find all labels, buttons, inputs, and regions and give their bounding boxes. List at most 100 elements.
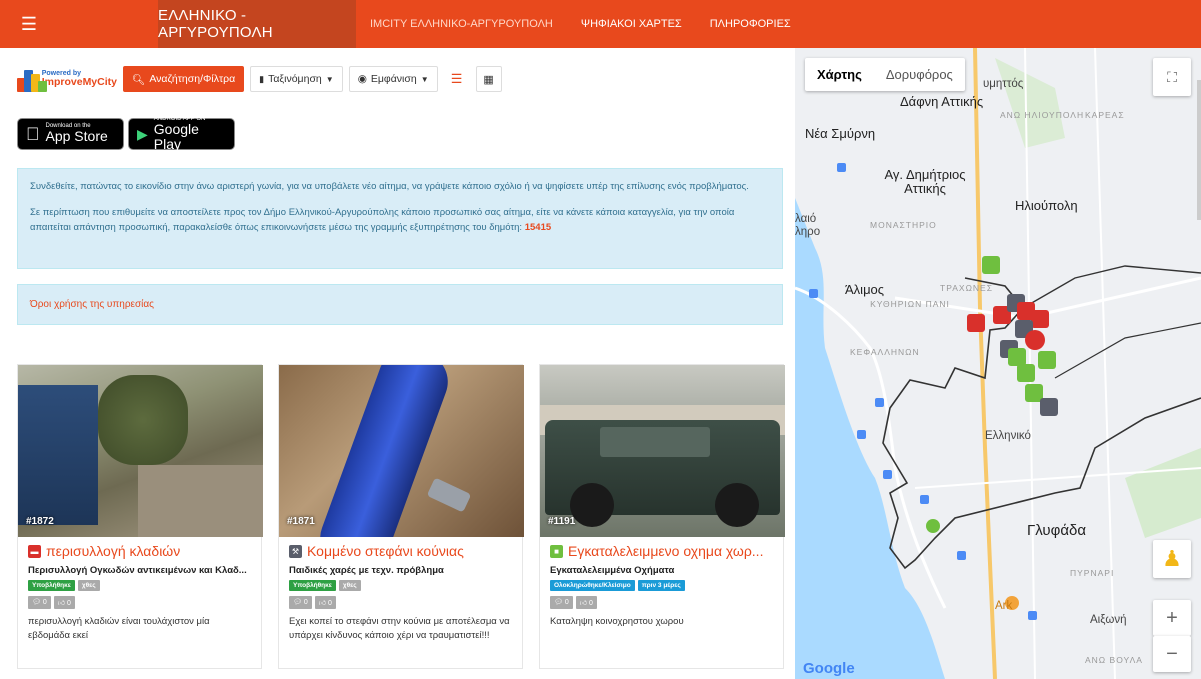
issue-card[interactable]: #1871 ⚒ Κομμένο στεφάνι κούνιας Παιδικές… <box>278 364 524 669</box>
street-view-pegman[interactable]: ♟ <box>1153 540 1191 578</box>
votes-count: 👍︎ 0 <box>314 596 336 609</box>
grid-view-button[interactable]: ▦ <box>475 66 502 92</box>
map-label: ΠΥΡΝΑΡΙ <box>1070 568 1115 578</box>
zoom-out-button[interactable]: − <box>1153 636 1191 672</box>
map-label: ΑΝΩ ΒΟΥΛΑ <box>1085 655 1143 665</box>
map-label: Ελληνικό <box>985 430 1031 442</box>
list-icon: ☰ <box>450 71 463 86</box>
map-label: Ark <box>995 600 1013 612</box>
app-store-badge[interactable]:  Download on the App Store <box>17 118 124 150</box>
menu-icon[interactable]: ☰ <box>0 0 58 48</box>
status-badge: Υποβλήθηκε <box>289 580 336 591</box>
helpline-number: 15415 <box>524 222 552 234</box>
map-tab-satellite[interactable]: Δορυφόρος <box>874 58 965 91</box>
view-label: Εμφάνιση <box>370 73 417 85</box>
map-label: Άλιμος <box>845 282 885 297</box>
map-label: ΜΟΝΑΣΤΗΡΙΟ <box>870 220 937 230</box>
info-login-text: Συνδεθείτε, πατώντας το εικονίδιο στην ά… <box>30 181 749 192</box>
pegman-icon: ♟ <box>1162 546 1182 571</box>
map-label: Αγ. Δημήτριος Αττικής <box>884 167 966 197</box>
map-label: ΑΝΩ ΗΛΙΟΥΠΟΛΗ <box>1000 110 1085 120</box>
google-play-badge[interactable]: ▶ ANDROID APP ON Google Play <box>128 116 235 152</box>
view-button[interactable]: ◉ Εμφάνιση ▼ <box>348 66 438 92</box>
search-icon: 🔍︎ <box>132 73 146 86</box>
site-brand[interactable]: ΕΛΛΗΝΙΚΟ - ΑΡΓΥΡΟΥΠΟΛΗ <box>158 0 356 48</box>
issue-photo: #1871 <box>279 365 524 537</box>
map-label: υμηττός <box>983 78 1024 90</box>
fullscreen-button[interactable]: ⛶ <box>1153 58 1191 96</box>
improvemycity-logo[interactable]: Powered by ImproveMyCity <box>17 64 117 94</box>
app-store-badges:  Download on the App Store ▶ ANDROID AP… <box>17 116 235 152</box>
nav-information[interactable]: ΠΛΗΡΟΦΟΡΙΕΣ <box>696 18 805 30</box>
issue-title[interactable]: ▬ περισυλλογή κλαδιών <box>28 543 251 559</box>
votes-count: 👍︎ 0 <box>575 596 597 609</box>
issues-panel: Powered by ImproveMyCity 🔍︎ Αναζήτηση/Φί… <box>0 48 795 679</box>
caret-down-icon: ▼ <box>325 74 334 84</box>
terms-of-service-link[interactable]: Όροι χρήσης της υπηρεσίας <box>17 284 783 325</box>
issue-photo: #1191 <box>540 365 785 537</box>
comments-count: 💬︎ 0 <box>550 596 573 609</box>
map-label: Νέα Σμύρνη <box>805 126 876 141</box>
issue-category: Παιδικές χαρές με τεχν. πρόβλημα <box>289 565 444 576</box>
nav-digital-maps[interactable]: ΨΗΦΙΑΚΟΙ ΧΑΡΤΕΣ <box>567 18 696 30</box>
issue-description: Καταληψη κοινοχρηστου χωρου <box>550 616 684 627</box>
map-label: ΚΥΘΗΡΙΩΝ ΠΑΝΙ <box>870 299 950 309</box>
toolbar: Powered by ImproveMyCity 🔍︎ Αναζήτηση/Φί… <box>17 64 502 94</box>
issue-card[interactable]: #1872 ▬ περισυλλογή κλαδιών Περισυλλογή … <box>17 364 263 669</box>
main-nav: IMCITY ΕΛΛΗΝΙΚΟ-ΑΡΓΥΡΟΥΠΟΛΗ ΨΗΦΙΑΚΟΙ ΧΑΡ… <box>356 0 805 48</box>
issue-id: #1871 <box>287 516 315 527</box>
car-icon: ■ <box>550 544 563 558</box>
top-navbar: ☰ ΕΛΛΗΝΙΚΟ - ΑΡΓΥΡΟΥΠΟΛΗ IMCITY ΕΛΛΗΝΙΚΟ… <box>0 0 1201 48</box>
zoom-in-button[interactable]: + <box>1153 600 1191 636</box>
issue-cards: #1872 ▬ περισυλλογή κλαδιών Περισυλλογή … <box>17 364 785 669</box>
map-label: Γλυφάδα <box>1027 522 1087 539</box>
time-badge: πριν 3 μέρες <box>637 580 685 591</box>
apple-icon:  <box>26 124 40 145</box>
status-badge: Ολοκληρώθηκε/Κλείσιμο <box>550 580 635 591</box>
issue-photo: #1872 <box>18 365 263 537</box>
time-badge: χθες <box>338 580 361 591</box>
sort-icon: ▮ <box>259 73 265 84</box>
comments-count: 💬︎ 0 <box>28 596 51 609</box>
list-view-button[interactable]: ☰ <box>443 66 470 92</box>
caret-down-icon: ▼ <box>420 74 429 84</box>
wrench-icon: ⚒ <box>289 544 302 558</box>
issues-map[interactable]: υμηττός Δάφνη Αττικής ΑΝΩ ΗΛΙΟΥΠΟΛΗ ΚΑΡΕ… <box>795 48 1201 679</box>
issue-category: Περισυλλογή Ογκωδών αντικειμένων και Κλα… <box>28 565 247 576</box>
logo-line2: ImproveMyCity <box>41 76 117 89</box>
time-badge: χθες <box>77 580 100 591</box>
info-contact-text: Σε περίπτωση που επιθυμείτε να αποστείλε… <box>30 206 735 234</box>
map-type-switch: Χάρτης Δορυφόρος <box>805 58 965 91</box>
issue-card[interactable]: #1191 ■ Εγκαταλελειμμενο οχημα χωρ... Εγ… <box>539 364 785 669</box>
map-label: λαιό ληρο <box>795 213 821 238</box>
page-scrollbar[interactable] <box>1197 80 1201 220</box>
issue-title[interactable]: ⚒ Κομμένο στεφάνι κούνιας <box>289 543 512 559</box>
map-label: ΤΡΑΧΩΝΕΣ <box>940 283 993 293</box>
issue-description: περισυλλογή κλαδιών είναι τουλάχιστον μί… <box>28 616 210 641</box>
map-label: ΚΑΡΕΑΣ <box>1085 110 1125 120</box>
plus-icon: + <box>1166 606 1178 629</box>
app-store-big: App Store <box>32 128 108 145</box>
map-label: Ηλιούπολη <box>1015 198 1078 213</box>
sort-button[interactable]: ▮ Ταξινόμηση ▼ <box>250 66 343 92</box>
truck-icon: ▬ <box>28 544 41 558</box>
status-badge: Υποβλήθηκε <box>28 580 75 591</box>
issue-category: Εγκαταλελειμμένα Οχήματα <box>550 565 675 576</box>
votes-count: 👍︎ 0 <box>53 596 75 609</box>
search-filters-button[interactable]: 🔍︎ Αναζήτηση/Φίλτρα <box>123 66 245 92</box>
search-filters-label: Αναζήτηση/Φίλτρα <box>149 73 236 85</box>
issue-description: Εχει κοπεί το στεφάνι στην κούνια με απο… <box>289 616 510 641</box>
issue-title[interactable]: ■ Εγκαταλελειμμενο οχημα χωρ... <box>550 543 773 559</box>
minus-icon: − <box>1166 642 1178 665</box>
fullscreen-icon: ⛶ <box>1167 68 1177 85</box>
issue-id: #1872 <box>26 516 54 527</box>
google-play-big: Google Play <box>153 120 199 152</box>
map-tab-map[interactable]: Χάρτης <box>805 58 874 91</box>
info-alert: Συνδεθείτε, πατώντας το εικονίδιο στην ά… <box>17 168 783 269</box>
map-label: Δάφνη Αττικής <box>900 94 984 109</box>
map-label: Αιξωνή <box>1090 614 1127 626</box>
google-logo: Google <box>803 660 855 677</box>
grid-icon: ▦ <box>483 73 494 86</box>
comments-count: 💬︎ 0 <box>289 596 312 609</box>
nav-imcity[interactable]: IMCITY ΕΛΛΗΝΙΚΟ-ΑΡΓΥΡΟΥΠΟΛΗ <box>356 18 567 30</box>
